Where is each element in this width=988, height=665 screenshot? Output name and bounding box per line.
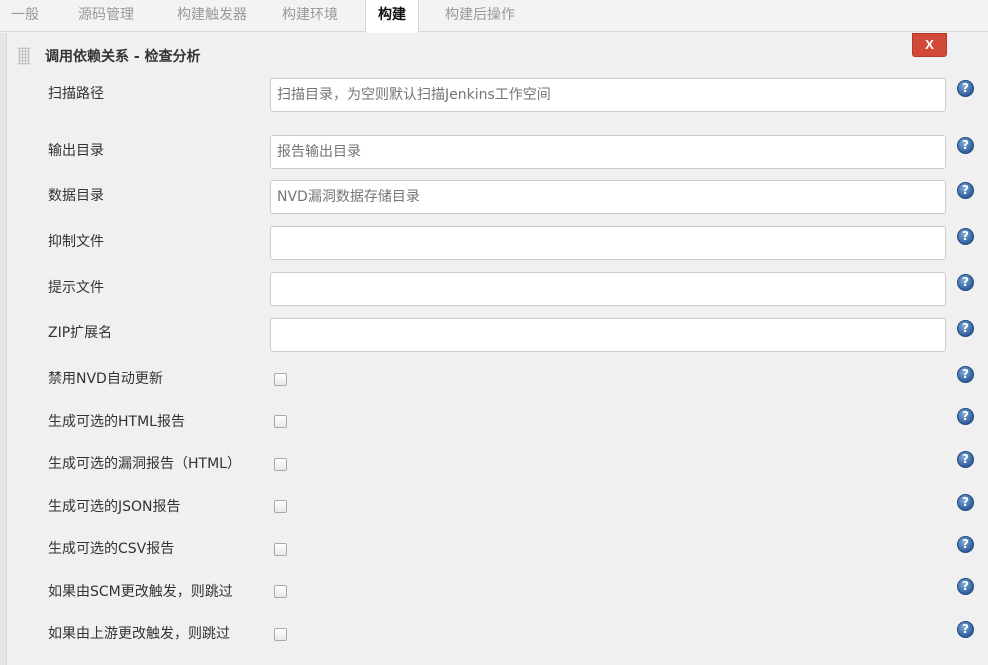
- disable-nvd-update-checkbox[interactable]: [274, 373, 287, 386]
- html-report-label: 生成可选的HTML报告: [48, 414, 185, 430]
- tab-build[interactable]: 构建: [365, 0, 419, 33]
- hint-file-label: 提示文件: [48, 280, 104, 296]
- output-dir-label: 输出目录: [48, 143, 104, 159]
- data-dir-label: 数据目录: [48, 188, 104, 204]
- help-icon[interactable]: ?: [957, 494, 974, 511]
- zip-extensions-label: ZIP扩展名: [48, 325, 113, 341]
- drag-handle-icon[interactable]: [18, 47, 30, 65]
- json-report-label: 生成可选的JSON报告: [48, 499, 181, 515]
- help-icon[interactable]: ?: [957, 536, 974, 553]
- disable-nvd-update-label: 禁用NVD自动更新: [48, 371, 163, 387]
- skip-on-scm-checkbox[interactable]: [274, 585, 287, 598]
- zip-extensions-input[interactable]: [270, 318, 946, 352]
- skip-on-upstream-checkbox[interactable]: [274, 628, 287, 641]
- help-icon[interactable]: ?: [957, 408, 974, 425]
- tab-source-control[interactable]: 源码管理: [60, 0, 152, 32]
- help-icon[interactable]: ?: [957, 621, 974, 638]
- csv-report-label: 生成可选的CSV报告: [48, 541, 175, 557]
- hint-file-input[interactable]: [270, 272, 946, 306]
- output-dir-input[interactable]: [270, 135, 946, 169]
- suppression-file-label: 抑制文件: [48, 234, 104, 250]
- help-icon[interactable]: ?: [957, 182, 974, 199]
- vuln-html-report-label: 生成可选的漏洞报告（HTML）: [48, 456, 241, 472]
- csv-report-checkbox[interactable]: [274, 543, 287, 556]
- suppression-file-input[interactable]: [270, 226, 946, 260]
- tab-bar: 一般 源码管理 构建触发器 构建环境 构建 构建后操作: [0, 0, 988, 33]
- help-icon[interactable]: ?: [957, 451, 974, 468]
- section-title: 调用依赖关系 - 检查分析: [45, 49, 201, 65]
- vuln-html-report-checkbox[interactable]: [274, 458, 287, 471]
- help-icon[interactable]: ?: [957, 80, 974, 97]
- help-icon[interactable]: ?: [957, 228, 974, 245]
- tab-build-environment[interactable]: 构建环境: [270, 0, 350, 32]
- scan-path-input[interactable]: [270, 78, 946, 112]
- skip-on-scm-label: 如果由SCM更改触发，则跳过: [48, 584, 233, 600]
- json-report-checkbox[interactable]: [274, 500, 287, 513]
- help-icon[interactable]: ?: [957, 137, 974, 154]
- tab-general[interactable]: 一般: [0, 0, 50, 32]
- help-icon[interactable]: ?: [957, 320, 974, 337]
- help-icon[interactable]: ?: [957, 366, 974, 383]
- skip-on-upstream-label: 如果由上游更改触发，则跳过: [48, 626, 230, 642]
- section-left-border: [0, 33, 7, 665]
- help-icon[interactable]: ?: [957, 274, 974, 291]
- tab-build-triggers[interactable]: 构建触发器: [160, 0, 264, 32]
- help-icon[interactable]: ?: [957, 578, 974, 595]
- tab-post-build-actions[interactable]: 构建后操作: [430, 0, 530, 32]
- data-dir-input[interactable]: [270, 180, 946, 214]
- scan-path-label: 扫描路径: [48, 86, 104, 102]
- delete-step-button[interactable]: X: [912, 33, 947, 57]
- html-report-checkbox[interactable]: [274, 415, 287, 428]
